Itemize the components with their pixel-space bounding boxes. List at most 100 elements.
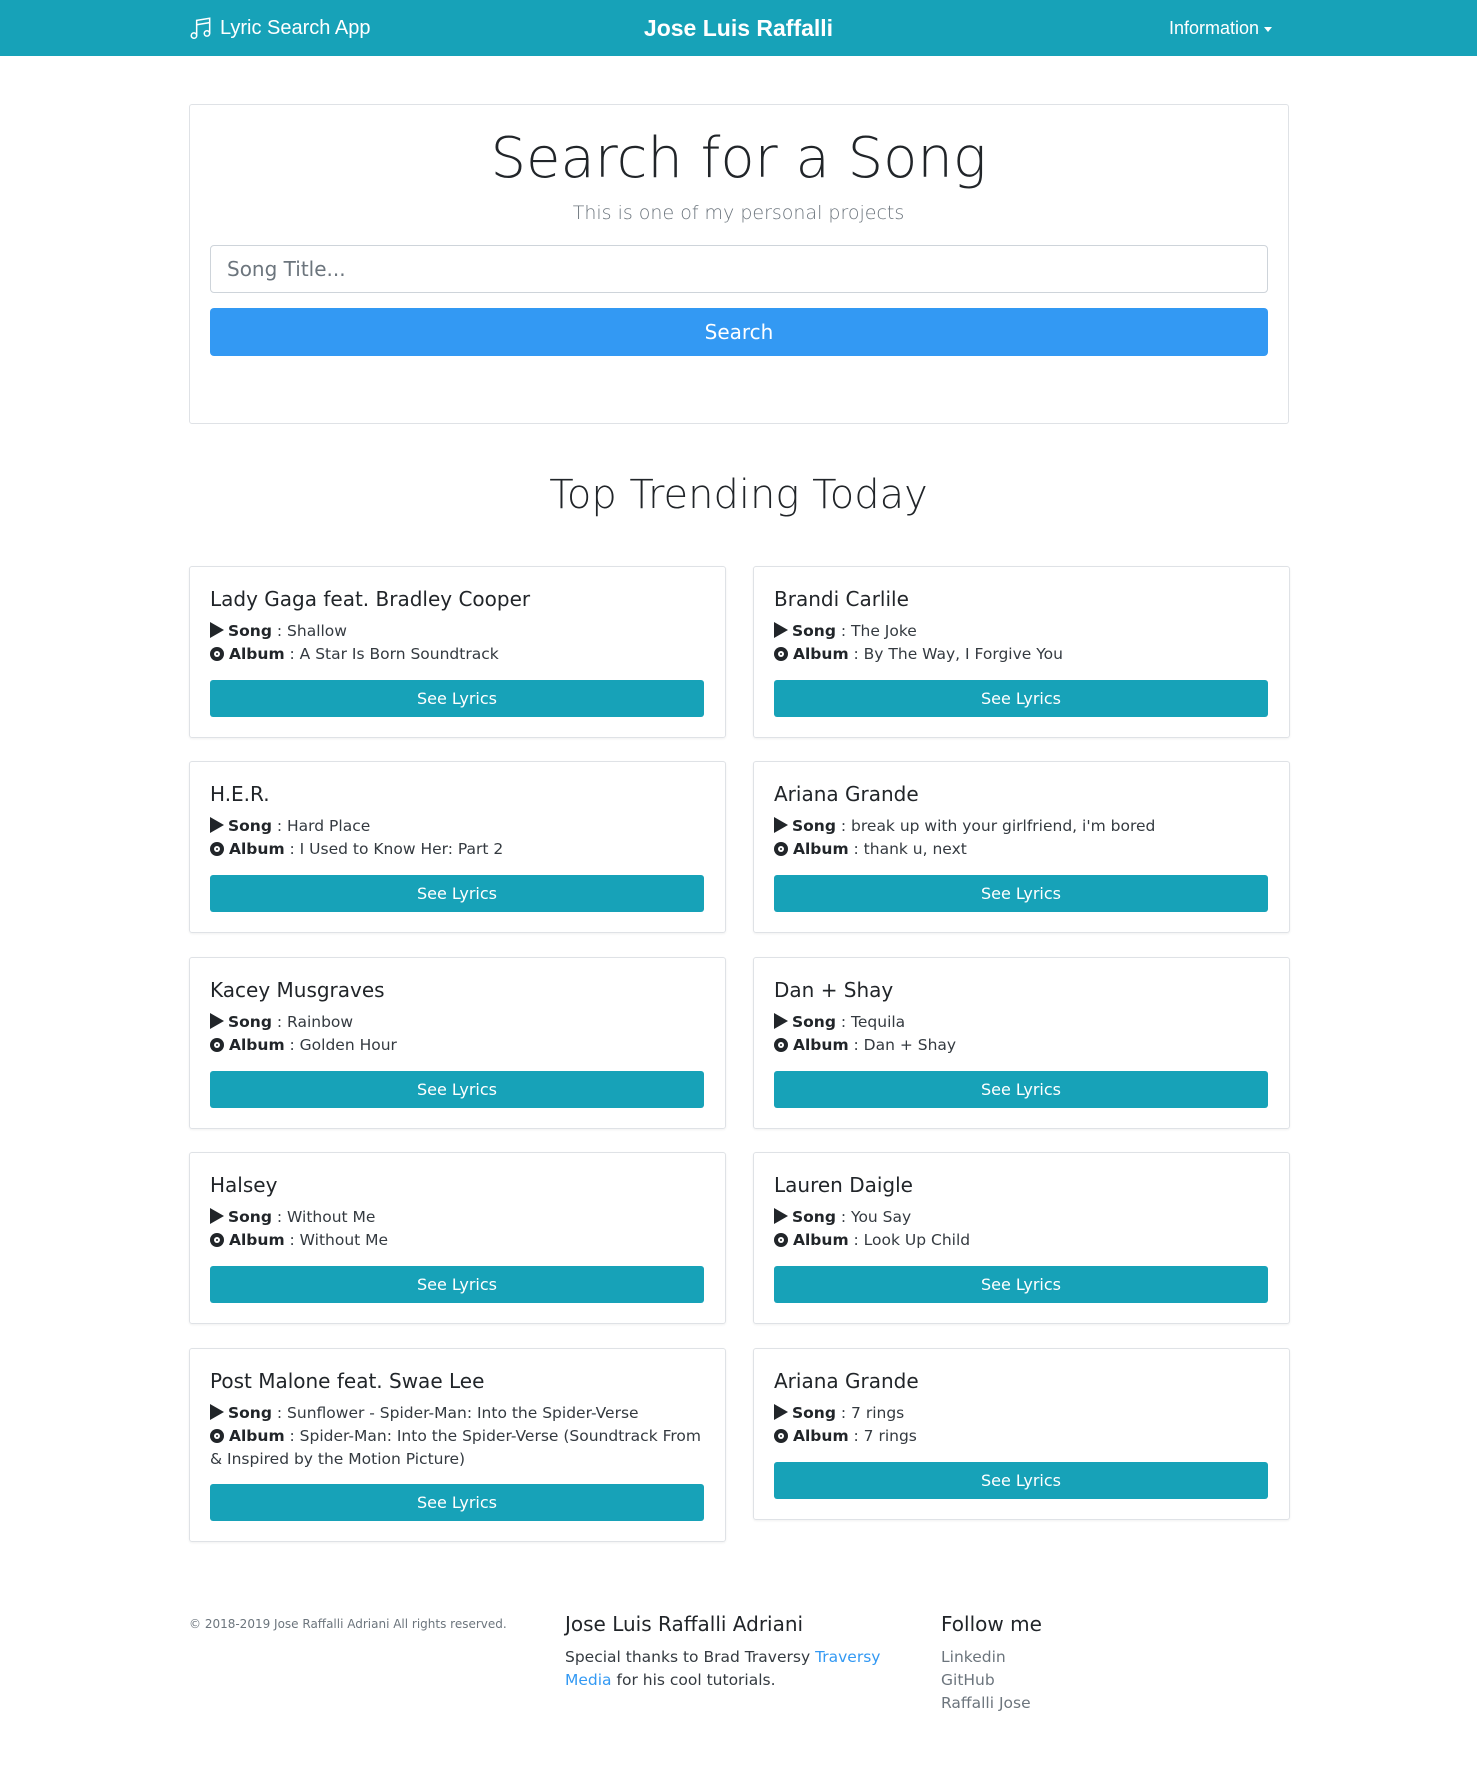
thanks-suffix: for his cool tutorials.: [616, 1671, 776, 1689]
song-title: Tequila: [851, 1013, 906, 1031]
see-lyrics-button[interactable]: See Lyrics: [774, 1266, 1268, 1303]
track-info: Song : Sunflower - Spider-Man: Into the …: [210, 1404, 701, 1468]
album-label: Album: [229, 1036, 285, 1054]
information-dropdown[interactable]: Information: [1169, 0, 1273, 56]
song-label: Song: [228, 1013, 272, 1031]
song-label: Song: [228, 1404, 272, 1422]
song-label: Song: [792, 1013, 836, 1031]
album-label: Album: [793, 1231, 849, 1249]
github-link[interactable]: GitHub: [941, 1669, 1031, 1692]
album-disc-icon: [210, 1233, 224, 1247]
artist-name: Kacey Musgraves: [210, 978, 385, 1002]
see-lyrics-button[interactable]: See Lyrics: [210, 680, 704, 717]
song-title: Rainbow: [287, 1013, 354, 1031]
footer-thanks: Special thanks to Brad Traversy Traversy…: [565, 1646, 905, 1692]
see-lyrics-button[interactable]: See Lyrics: [210, 1484, 704, 1521]
album-disc-icon: [210, 1429, 224, 1443]
track-info: Song : Hard Place Album : I Used to Know…: [210, 815, 710, 861]
navbar: Lyric Search App Jose Luis Raffalli Info…: [0, 0, 1477, 56]
copyright-text: © 2018-2019 Jose Raffalli Adriani All ri…: [189, 1617, 507, 1631]
artist-name: Ariana Grande: [774, 1369, 919, 1393]
search-button[interactable]: Search: [210, 308, 1268, 356]
album-title: I Used to Know Her: Part 2: [299, 840, 504, 858]
play-icon: [210, 1208, 224, 1224]
artist-name: H.E.R.: [210, 782, 270, 806]
linkedin-link[interactable]: Linkedin: [941, 1646, 1031, 1669]
track-info: Song : break up with your girlfriend, i'…: [774, 815, 1274, 861]
song-title: 7 rings: [851, 1404, 905, 1422]
album-disc-icon: [210, 647, 224, 661]
see-lyrics-button[interactable]: See Lyrics: [774, 1462, 1268, 1499]
album-label: Album: [793, 1036, 849, 1054]
play-icon: [210, 1404, 224, 1420]
dropdown-label: Information: [1169, 17, 1260, 38]
play-icon: [210, 622, 224, 638]
song-title: Sunflower - Spider-Man: Into the Spider-…: [287, 1404, 639, 1422]
track-info: Song : Without Me Album : Without Me: [210, 1206, 710, 1252]
artist-name: Lady Gaga feat. Bradley Cooper: [210, 587, 531, 611]
track-info: Song : 7 rings Album : 7 rings: [774, 1402, 1274, 1448]
artist-name: Lauren Daigle: [774, 1173, 913, 1197]
song-label: Song: [792, 1208, 836, 1226]
artist-name: Halsey: [210, 1173, 278, 1197]
artist-name: Brandi Carlile: [774, 587, 909, 611]
album-label: Album: [793, 1427, 849, 1445]
song-label: Song: [792, 1404, 836, 1422]
song-title: Hard Place: [287, 817, 371, 835]
track-card: Ariana Grande Song : break up with your …: [753, 761, 1290, 933]
song-label: Song: [228, 622, 272, 640]
music-note-icon: [190, 17, 211, 40]
play-icon: [774, 817, 788, 833]
album-disc-icon: [774, 1038, 788, 1052]
see-lyrics-button[interactable]: See Lyrics: [774, 1071, 1268, 1108]
follow-title: Follow me: [941, 1612, 1042, 1636]
artist-name: Dan + Shay: [774, 978, 894, 1002]
track-info: Song : Rainbow Album : Golden Hour: [210, 1011, 710, 1057]
album-title: Dan + Shay: [863, 1036, 957, 1054]
personal-link[interactable]: Raffalli Jose: [941, 1692, 1031, 1715]
song-title: You Say: [851, 1208, 912, 1226]
trending-title: Top Trending Today: [549, 472, 928, 518]
track-card: Lauren Daigle Song : You Say Album : Loo…: [753, 1152, 1290, 1324]
album-title: Golden Hour: [299, 1036, 397, 1054]
brand-link[interactable]: Lyric Search App: [188, 0, 370, 56]
track-card: Kacey Musgraves Song : Rainbow Album : G…: [189, 957, 726, 1129]
play-icon: [774, 1404, 788, 1420]
see-lyrics-button[interactable]: See Lyrics: [210, 1266, 704, 1303]
play-icon: [210, 817, 224, 833]
search-title: Search for a Song: [490, 126, 987, 191]
track-card: Lady Gaga feat. Bradley Cooper Song : Sh…: [189, 566, 726, 738]
song-title: Without Me: [287, 1208, 376, 1226]
track-info: Song : Shallow Album : A Star Is Born So…: [210, 620, 710, 666]
see-lyrics-button[interactable]: See Lyrics: [210, 875, 704, 912]
album-disc-icon: [210, 842, 224, 856]
song-label: Song: [228, 1208, 272, 1226]
thanks-text: Special thanks to Brad Traversy: [565, 1648, 811, 1666]
nav-center-title[interactable]: Jose Luis Raffalli: [644, 15, 833, 41]
album-label: Album: [793, 840, 849, 858]
track-info: Song : You Say Album : Look Up Child: [774, 1206, 1274, 1252]
see-lyrics-button[interactable]: See Lyrics: [774, 875, 1268, 912]
album-disc-icon: [774, 1233, 788, 1247]
album-disc-icon: [210, 1038, 224, 1052]
album-disc-icon: [774, 842, 788, 856]
track-card: Halsey Song : Without Me Album : Without…: [189, 1152, 726, 1324]
track-info: Song : The Joke Album : By The Way, I Fo…: [774, 620, 1274, 666]
see-lyrics-button[interactable]: See Lyrics: [210, 1071, 704, 1108]
search-subtitle: This is one of my personal projects: [572, 202, 905, 224]
footer-author-name: Jose Luis Raffalli Adriani: [565, 1612, 804, 1636]
album-title: A Star Is Born Soundtrack: [299, 645, 499, 663]
song-title: break up with your girlfriend, i'm bored: [851, 817, 1156, 835]
song-label: Song: [792, 622, 836, 640]
song-label: Song: [792, 817, 836, 835]
track-info: Song : Tequila Album : Dan + Shay: [774, 1011, 1274, 1057]
track-card: H.E.R. Song : Hard Place Album : I Used …: [189, 761, 726, 933]
album-label: Album: [229, 1231, 285, 1249]
caret-down-icon: [1264, 26, 1273, 32]
song-title-input[interactable]: [210, 245, 1268, 293]
artist-name: Post Malone feat. Swae Lee: [210, 1369, 485, 1393]
track-card: Ariana Grande Song : 7 rings Album : 7 r…: [753, 1348, 1290, 1520]
play-icon: [774, 622, 788, 638]
see-lyrics-button[interactable]: See Lyrics: [774, 680, 1268, 717]
album-title: By The Way, I Forgive You: [863, 645, 1063, 663]
